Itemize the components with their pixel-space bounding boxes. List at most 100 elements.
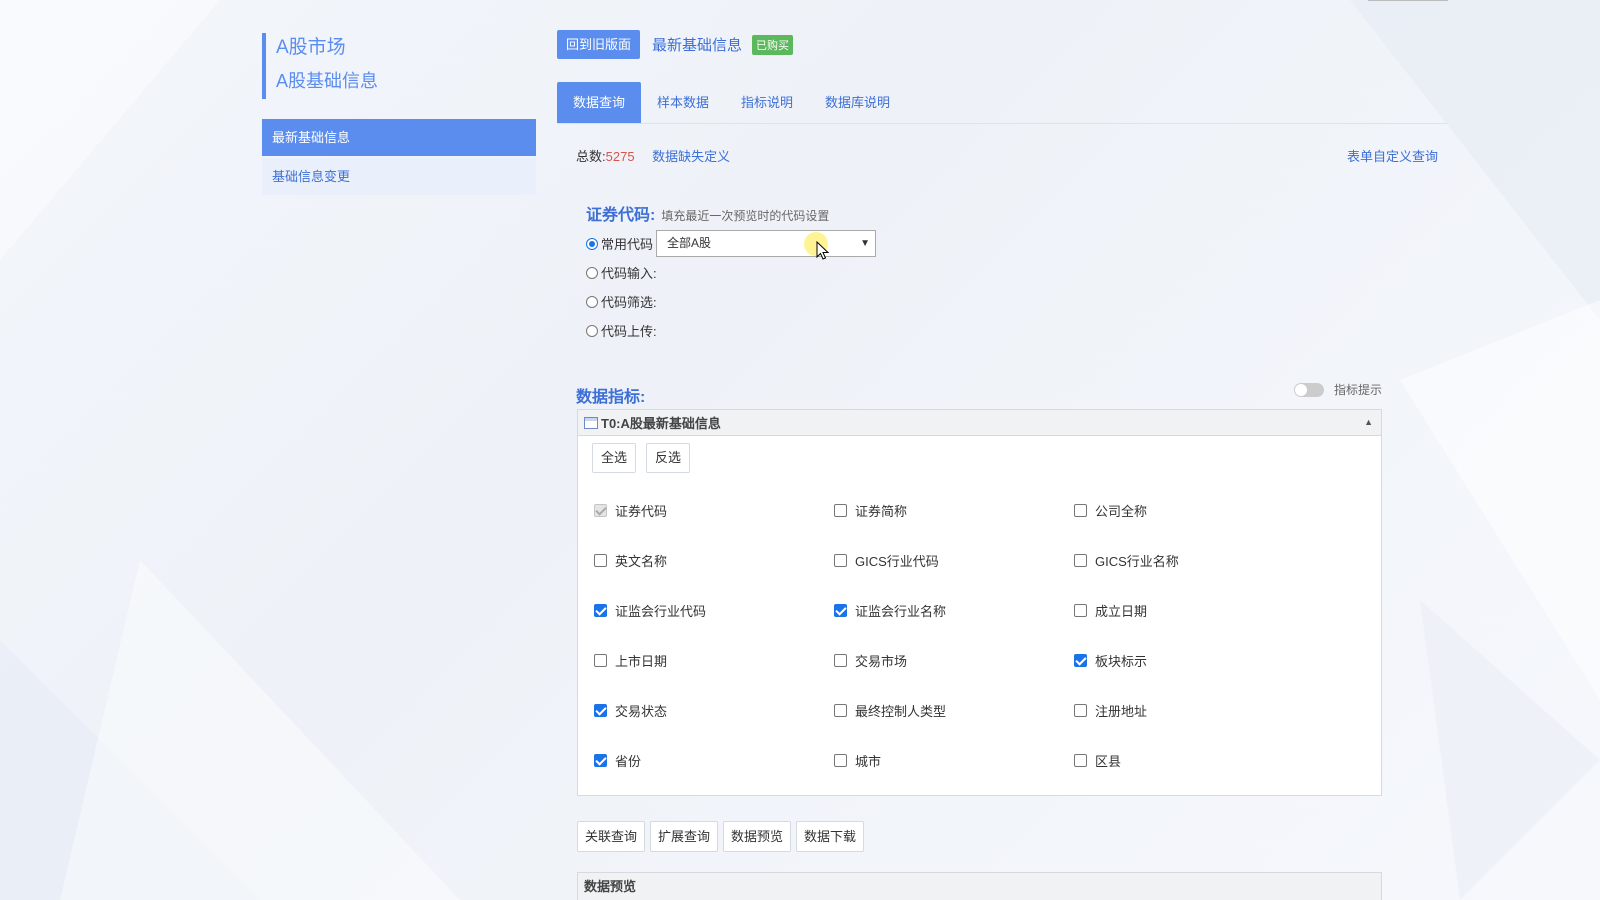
data-preview-button[interactable]: 数据预览 bbox=[723, 821, 792, 852]
common-codes-select[interactable]: 全部A股 ▼ bbox=[656, 230, 877, 257]
indicator-field[interactable]: 最终控制人类型 bbox=[834, 700, 1074, 720]
indicator-label: 最终控制人类型 bbox=[855, 703, 947, 719]
indicator-field-grid: 证券代码 证券简称 公司全称英文名称 GICS行业代码 GICS行业名称证监会行业代码 证… bbox=[594, 500, 1314, 800]
invert-selection-button[interactable]: 反选 bbox=[646, 443, 691, 473]
tab-data-query[interactable]: 数据查询 bbox=[557, 82, 642, 123]
indicator-field[interactable]: 交易市场 bbox=[834, 650, 1074, 670]
indicator-checkbox[interactable] bbox=[594, 603, 607, 617]
security-code-section: 证券代码: 填充最近一次预览时的代码设置 常用代码 全部A股 ▼ 代码输入: 代… bbox=[586, 201, 877, 345]
record-count: 总数:5275 数据缺失定义 bbox=[576, 146, 730, 165]
missing-data-definition-link[interactable]: 数据缺失定义 bbox=[652, 149, 730, 164]
indicator-label: 英文名称 bbox=[615, 553, 668, 569]
indicator-field[interactable]: 省份 bbox=[594, 750, 834, 770]
indicator-label: 证券简称 bbox=[855, 503, 908, 519]
indicator-checkbox[interactable] bbox=[594, 703, 607, 717]
radio-code-filter-label: 代码筛选: bbox=[601, 295, 657, 310]
radio-code-input[interactable] bbox=[586, 266, 598, 279]
indicator-field[interactable]: 证监会行业代码 bbox=[594, 600, 834, 620]
indicator-field[interactable]: 英文名称 bbox=[594, 550, 834, 570]
indicator-label: 注册地址 bbox=[1095, 703, 1148, 719]
indicator-checkbox[interactable] bbox=[1074, 653, 1087, 667]
select-all-button[interactable]: 全选 bbox=[592, 443, 637, 473]
indicator-label: GICS行业名称 bbox=[1095, 553, 1179, 569]
sidebar-title-category: A股基础信息 bbox=[276, 71, 379, 91]
radio-code-filter[interactable] bbox=[586, 295, 598, 308]
indicator-field[interactable]: 注册地址 bbox=[1074, 700, 1314, 720]
indicator-label: 公司全称 bbox=[1095, 503, 1148, 519]
indicator-label: 证监会行业代码 bbox=[615, 603, 707, 619]
indicator-checkbox[interactable] bbox=[834, 753, 847, 767]
indicator-label: 交易市场 bbox=[855, 653, 908, 669]
indicator-field[interactable]: 证券简称 bbox=[834, 500, 1074, 520]
top-divider bbox=[1368, 0, 1448, 1]
sidebar-menu: 最新基础信息 基础信息变更 bbox=[262, 119, 536, 195]
indicator-label: 城市 bbox=[855, 753, 882, 769]
action-buttons: 关联查询 扩展查询 数据预览 数据下载 bbox=[577, 821, 869, 852]
indicator-panel-header[interactable]: T0:A股最新基础信息 ▲ bbox=[578, 410, 1381, 436]
indicator-field[interactable]: 证券代码 bbox=[594, 500, 834, 520]
indicator-label: 区县 bbox=[1095, 753, 1122, 769]
indicator-checkbox[interactable] bbox=[1074, 553, 1087, 567]
data-preview-panel-header: 数据预览 bbox=[577, 872, 1382, 900]
indicator-field[interactable]: 区县 bbox=[1074, 750, 1314, 770]
security-code-hint: 填充最近一次预览时的代码设置 bbox=[661, 209, 830, 223]
indicator-checkbox[interactable] bbox=[834, 603, 847, 617]
tab-indicator-description[interactable]: 指标说明 bbox=[725, 82, 809, 123]
indicator-checkbox[interactable] bbox=[834, 503, 847, 517]
sidebar-item-info-changes[interactable]: 基础信息变更 bbox=[262, 158, 536, 195]
indicator-field[interactable]: 上市日期 bbox=[594, 650, 834, 670]
total-value: 5275 bbox=[605, 149, 635, 164]
sidebar-title-market: A股市场 bbox=[276, 37, 346, 58]
indicator-checkbox[interactable] bbox=[1074, 753, 1087, 767]
security-code-title: 证券代码: bbox=[586, 207, 656, 224]
indicator-panel: T0:A股最新基础信息 ▲ 全选 反选 证券代码 证券简称 公司全称英文名称 GICS… bbox=[577, 409, 1382, 796]
indicator-checkbox[interactable] bbox=[594, 753, 607, 767]
data-indicators-title: 数据指标: bbox=[576, 389, 646, 406]
back-to-old-version-button[interactable]: 回到旧版面 bbox=[557, 30, 641, 59]
radio-common-codes[interactable] bbox=[586, 237, 598, 250]
indicator-hint-toggle[interactable] bbox=[1294, 382, 1324, 397]
tab-database-description[interactable]: 数据库说明 bbox=[809, 82, 906, 123]
indicator-field[interactable]: 交易状态 bbox=[594, 700, 834, 720]
data-download-button[interactable]: 数据下载 bbox=[796, 821, 865, 852]
indicator-label: 证券代码 bbox=[615, 503, 668, 519]
indicator-checkbox[interactable] bbox=[834, 703, 847, 717]
indicator-checkbox[interactable] bbox=[1074, 503, 1087, 517]
page-title: 最新基础信息 bbox=[652, 37, 743, 54]
radio-code-input-label: 代码输入: bbox=[601, 266, 657, 281]
purchased-badge: 已购买 bbox=[752, 34, 794, 55]
indicator-label: 成立日期 bbox=[1095, 603, 1148, 619]
indicator-checkbox[interactable] bbox=[834, 653, 847, 667]
indicator-hint-toggle-group: 指标提示 bbox=[1294, 381, 1382, 398]
indicator-field[interactable]: 城市 bbox=[834, 750, 1074, 770]
indicator-field[interactable]: GICS行业名称 bbox=[1074, 550, 1314, 570]
indicator-label: 省份 bbox=[615, 753, 642, 769]
radio-code-upload-label: 代码上传: bbox=[601, 324, 657, 339]
indicator-field[interactable]: 板块标示 bbox=[1074, 650, 1314, 670]
tab-sample-data[interactable]: 样本数据 bbox=[641, 82, 725, 123]
indicator-field[interactable]: GICS行业代码 bbox=[834, 550, 1074, 570]
sidebar-item-latest-info[interactable]: 最新基础信息 bbox=[262, 119, 536, 156]
indicator-label: 证监会行业名称 bbox=[855, 603, 947, 619]
indicator-checkbox[interactable] bbox=[594, 653, 607, 667]
sidebar-title: A股市场 A股基础信息 bbox=[262, 33, 536, 99]
indicator-field[interactable]: 证监会行业名称 bbox=[834, 600, 1074, 620]
indicator-field[interactable]: 公司全称 bbox=[1074, 500, 1314, 520]
select-value: 全部A股 bbox=[667, 236, 712, 250]
extended-query-button[interactable]: 扩展查询 bbox=[650, 821, 719, 852]
indicator-label: 上市日期 bbox=[615, 653, 668, 669]
indicator-checkbox bbox=[594, 503, 607, 517]
radio-code-upload[interactable] bbox=[586, 324, 598, 337]
indicator-checkbox[interactable] bbox=[1074, 603, 1087, 617]
tab-bar: 数据查询 样本数据 指标说明 数据库说明 bbox=[557, 82, 1447, 124]
indicator-hint-label: 指标提示 bbox=[1334, 383, 1383, 397]
indicator-checkbox[interactable] bbox=[594, 553, 607, 567]
indicator-field[interactable]: 成立日期 bbox=[1074, 600, 1314, 620]
table-icon bbox=[584, 416, 598, 429]
indicator-checkbox[interactable] bbox=[1074, 703, 1087, 717]
collapse-icon[interactable]: ▲ bbox=[1364, 417, 1373, 427]
indicator-checkbox[interactable] bbox=[834, 553, 847, 567]
related-query-button[interactable]: 关联查询 bbox=[577, 821, 646, 852]
indicator-panel-title: T0:A股最新基础信息 bbox=[601, 416, 721, 431]
custom-form-query-link[interactable]: 表单自定义查询 bbox=[1347, 146, 1438, 165]
